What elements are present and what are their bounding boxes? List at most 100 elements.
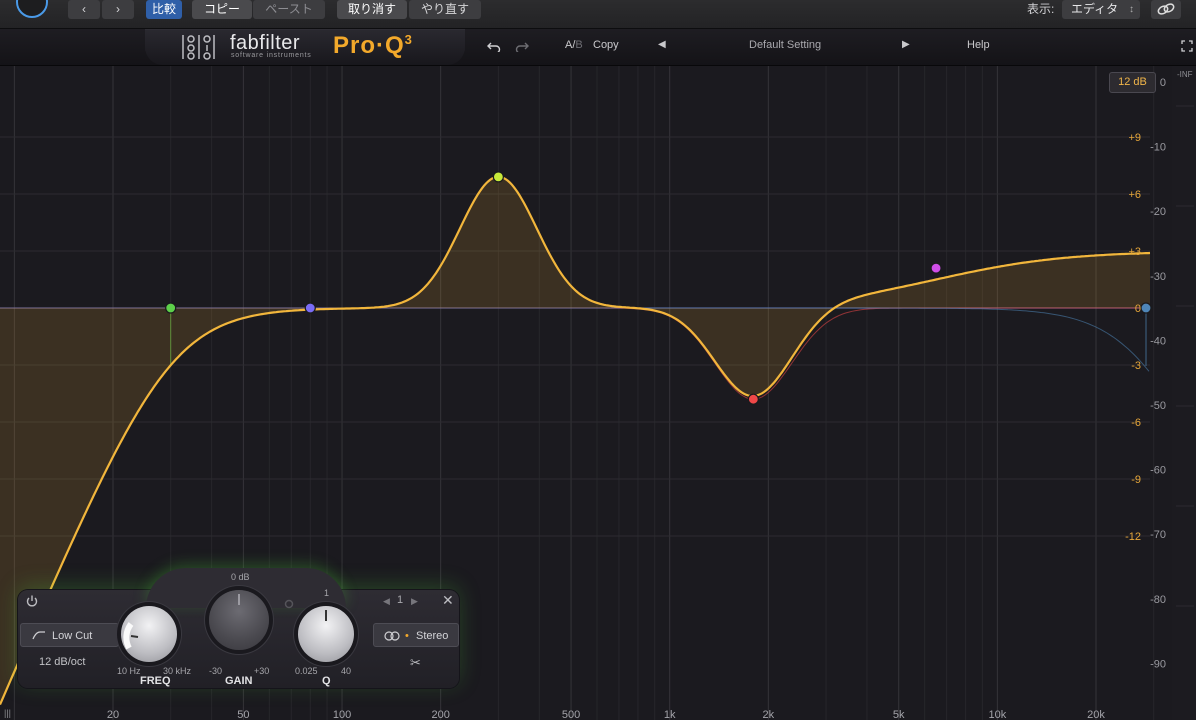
fabfilter-logo-icon (182, 35, 215, 60)
fullscreen-icon[interactable] (1181, 40, 1193, 52)
band-control-panel: Low Cut 12 dB/oct 10 Hz 30 kHz FREQ 0 dB… (18, 568, 459, 688)
band-node-bell-boost[interactable] (492, 171, 504, 183)
gain-scale: +9 +6 +3 0 -3 -6 -9 -12 (1125, 132, 1141, 543)
compare-button[interactable]: 比較 (146, 0, 182, 19)
frequency-scale: 20 50 100 200 500 1k 2k 5k 10k 20k (107, 709, 1105, 720)
band-node-high-cut[interactable] (1140, 302, 1152, 314)
db-scale-label: -80 (1150, 594, 1166, 606)
preset-next-icon[interactable]: ▶ (902, 39, 910, 50)
gain-title: GAIN (225, 675, 253, 687)
chevron-left-icon: ‹ (82, 2, 86, 16)
redo-button[interactable]: やり直す (409, 0, 481, 19)
slope-selector[interactable]: 12 dB/oct (39, 656, 85, 668)
frequency-label: 1k (664, 709, 676, 720)
ab-toggle[interactable]: A/B (565, 39, 583, 51)
frequency-label: 100 (333, 709, 351, 720)
logo-plate: fabfilter software instruments Pro·Q3 (145, 29, 465, 65)
plugin-header: fabfilter software instruments Pro·Q3 A/… (0, 29, 1196, 66)
gain-scale-label: -3 (1131, 360, 1141, 372)
frequency-label: 50 (237, 709, 249, 720)
frequency-label: 5k (893, 709, 905, 720)
frequency-label: 2k (763, 709, 775, 720)
q-knob-indicator (325, 610, 327, 621)
band-node-high-shelf[interactable] (930, 262, 942, 274)
freq-knob[interactable] (121, 606, 177, 662)
frequency-label: 20k (1087, 709, 1105, 720)
band-power-icon[interactable] (25, 594, 39, 608)
preset-name[interactable]: Default Setting (749, 39, 821, 51)
brand-subtitle: software instruments (231, 52, 312, 59)
host-power-icon[interactable] (16, 0, 48, 18)
stereo-icon (384, 631, 400, 641)
db-scale-label: -10 (1150, 142, 1166, 154)
paste-button[interactable]: ペースト (253, 0, 325, 19)
ab-b-label: B (575, 39, 583, 51)
next-band-icon[interactable]: ▶ (411, 596, 418, 607)
display-range-button[interactable]: 12 dB (1109, 72, 1156, 93)
band-node-bell-cut[interactable] (747, 393, 759, 405)
link-button[interactable] (1151, 0, 1181, 19)
view-select[interactable]: エディタ ↕ (1062, 0, 1140, 19)
band-node-low-cut[interactable] (165, 302, 177, 314)
scissors-icon[interactable]: ✂ (410, 655, 421, 671)
next-button[interactable]: › (102, 0, 134, 19)
analyzer-icon[interactable]: ||| (4, 708, 11, 718)
db-scale-label: -60 (1150, 465, 1166, 477)
gain-top-label: 0 dB (231, 572, 250, 582)
band-type-label: Low Cut (52, 630, 93, 642)
frequency-label: 500 (562, 709, 580, 720)
band-type-button[interactable]: Low Cut (20, 623, 119, 647)
q-top-label: 1 (324, 588, 330, 598)
band-number: 1 (397, 594, 404, 606)
gain-scale-label: -9 (1131, 474, 1141, 486)
redo-icon[interactable] (515, 40, 529, 52)
close-band-icon[interactable]: ✕ (442, 592, 454, 609)
gain-knob-indicator (238, 594, 240, 605)
gain-scale-label: +9 (1128, 132, 1141, 144)
gain-scale-label: -6 (1131, 417, 1141, 429)
view-label: 表示: (1027, 2, 1055, 16)
freq-min-label: 10 Hz (117, 666, 141, 676)
band-node-low-shelf[interactable] (304, 302, 316, 314)
copy-ab-button[interactable]: Copy (593, 39, 619, 51)
gain-scale-label: 0 (1135, 303, 1141, 315)
undo-button[interactable]: 取り消す (337, 0, 407, 19)
gain-min-label: -30 (209, 666, 223, 676)
db-scale-label: -90 (1150, 658, 1166, 670)
prev-band-icon[interactable]: ◀ (383, 596, 390, 607)
q-max-label: 40 (341, 666, 352, 676)
frequency-label: 10k (988, 709, 1006, 720)
stereo-label: Stereo (416, 630, 449, 642)
gain-scale-label: +6 (1128, 189, 1141, 201)
q-knob[interactable] (298, 606, 354, 662)
product-title: Pro·Q (333, 32, 405, 59)
ab-a-label: A/ (565, 39, 576, 51)
copy-button[interactable]: コピー (192, 0, 252, 19)
gain-max-label: +30 (254, 666, 270, 676)
q-min-label: 0.025 (295, 666, 318, 676)
previous-button[interactable]: ‹ (68, 0, 100, 19)
db-scale-label: -40 (1150, 335, 1166, 347)
stereo-placement-button[interactable]: • Stereo (373, 623, 459, 647)
undo-icon[interactable] (487, 40, 501, 52)
preset-prev-icon[interactable]: ◀ (658, 39, 666, 50)
gain-scale-label: +3 (1128, 246, 1141, 258)
db-scale-label: -30 (1150, 271, 1166, 283)
frequency-label: 20 (107, 709, 119, 720)
db-scale-label: 0 (1160, 77, 1166, 89)
chevron-right-icon: › (116, 2, 120, 16)
gain-knob[interactable] (209, 590, 269, 650)
gear-icon[interactable] (283, 598, 295, 610)
low-cut-shape-icon (32, 631, 45, 640)
meter-inf-label: -INF (1177, 70, 1193, 79)
db-scale-label: -70 (1150, 529, 1166, 541)
level-meter-track (1172, 66, 1196, 720)
product-version: 3 (404, 32, 413, 47)
db-scale-label: -20 (1150, 206, 1166, 218)
db-scale-label: -50 (1150, 400, 1166, 412)
link-icon (1157, 3, 1175, 15)
freq-title: FREQ (140, 675, 171, 687)
help-button[interactable]: Help (967, 39, 990, 51)
product-name: Pro·Q3 (333, 32, 413, 60)
updown-chevron-icon: ↕ (1129, 4, 1134, 15)
